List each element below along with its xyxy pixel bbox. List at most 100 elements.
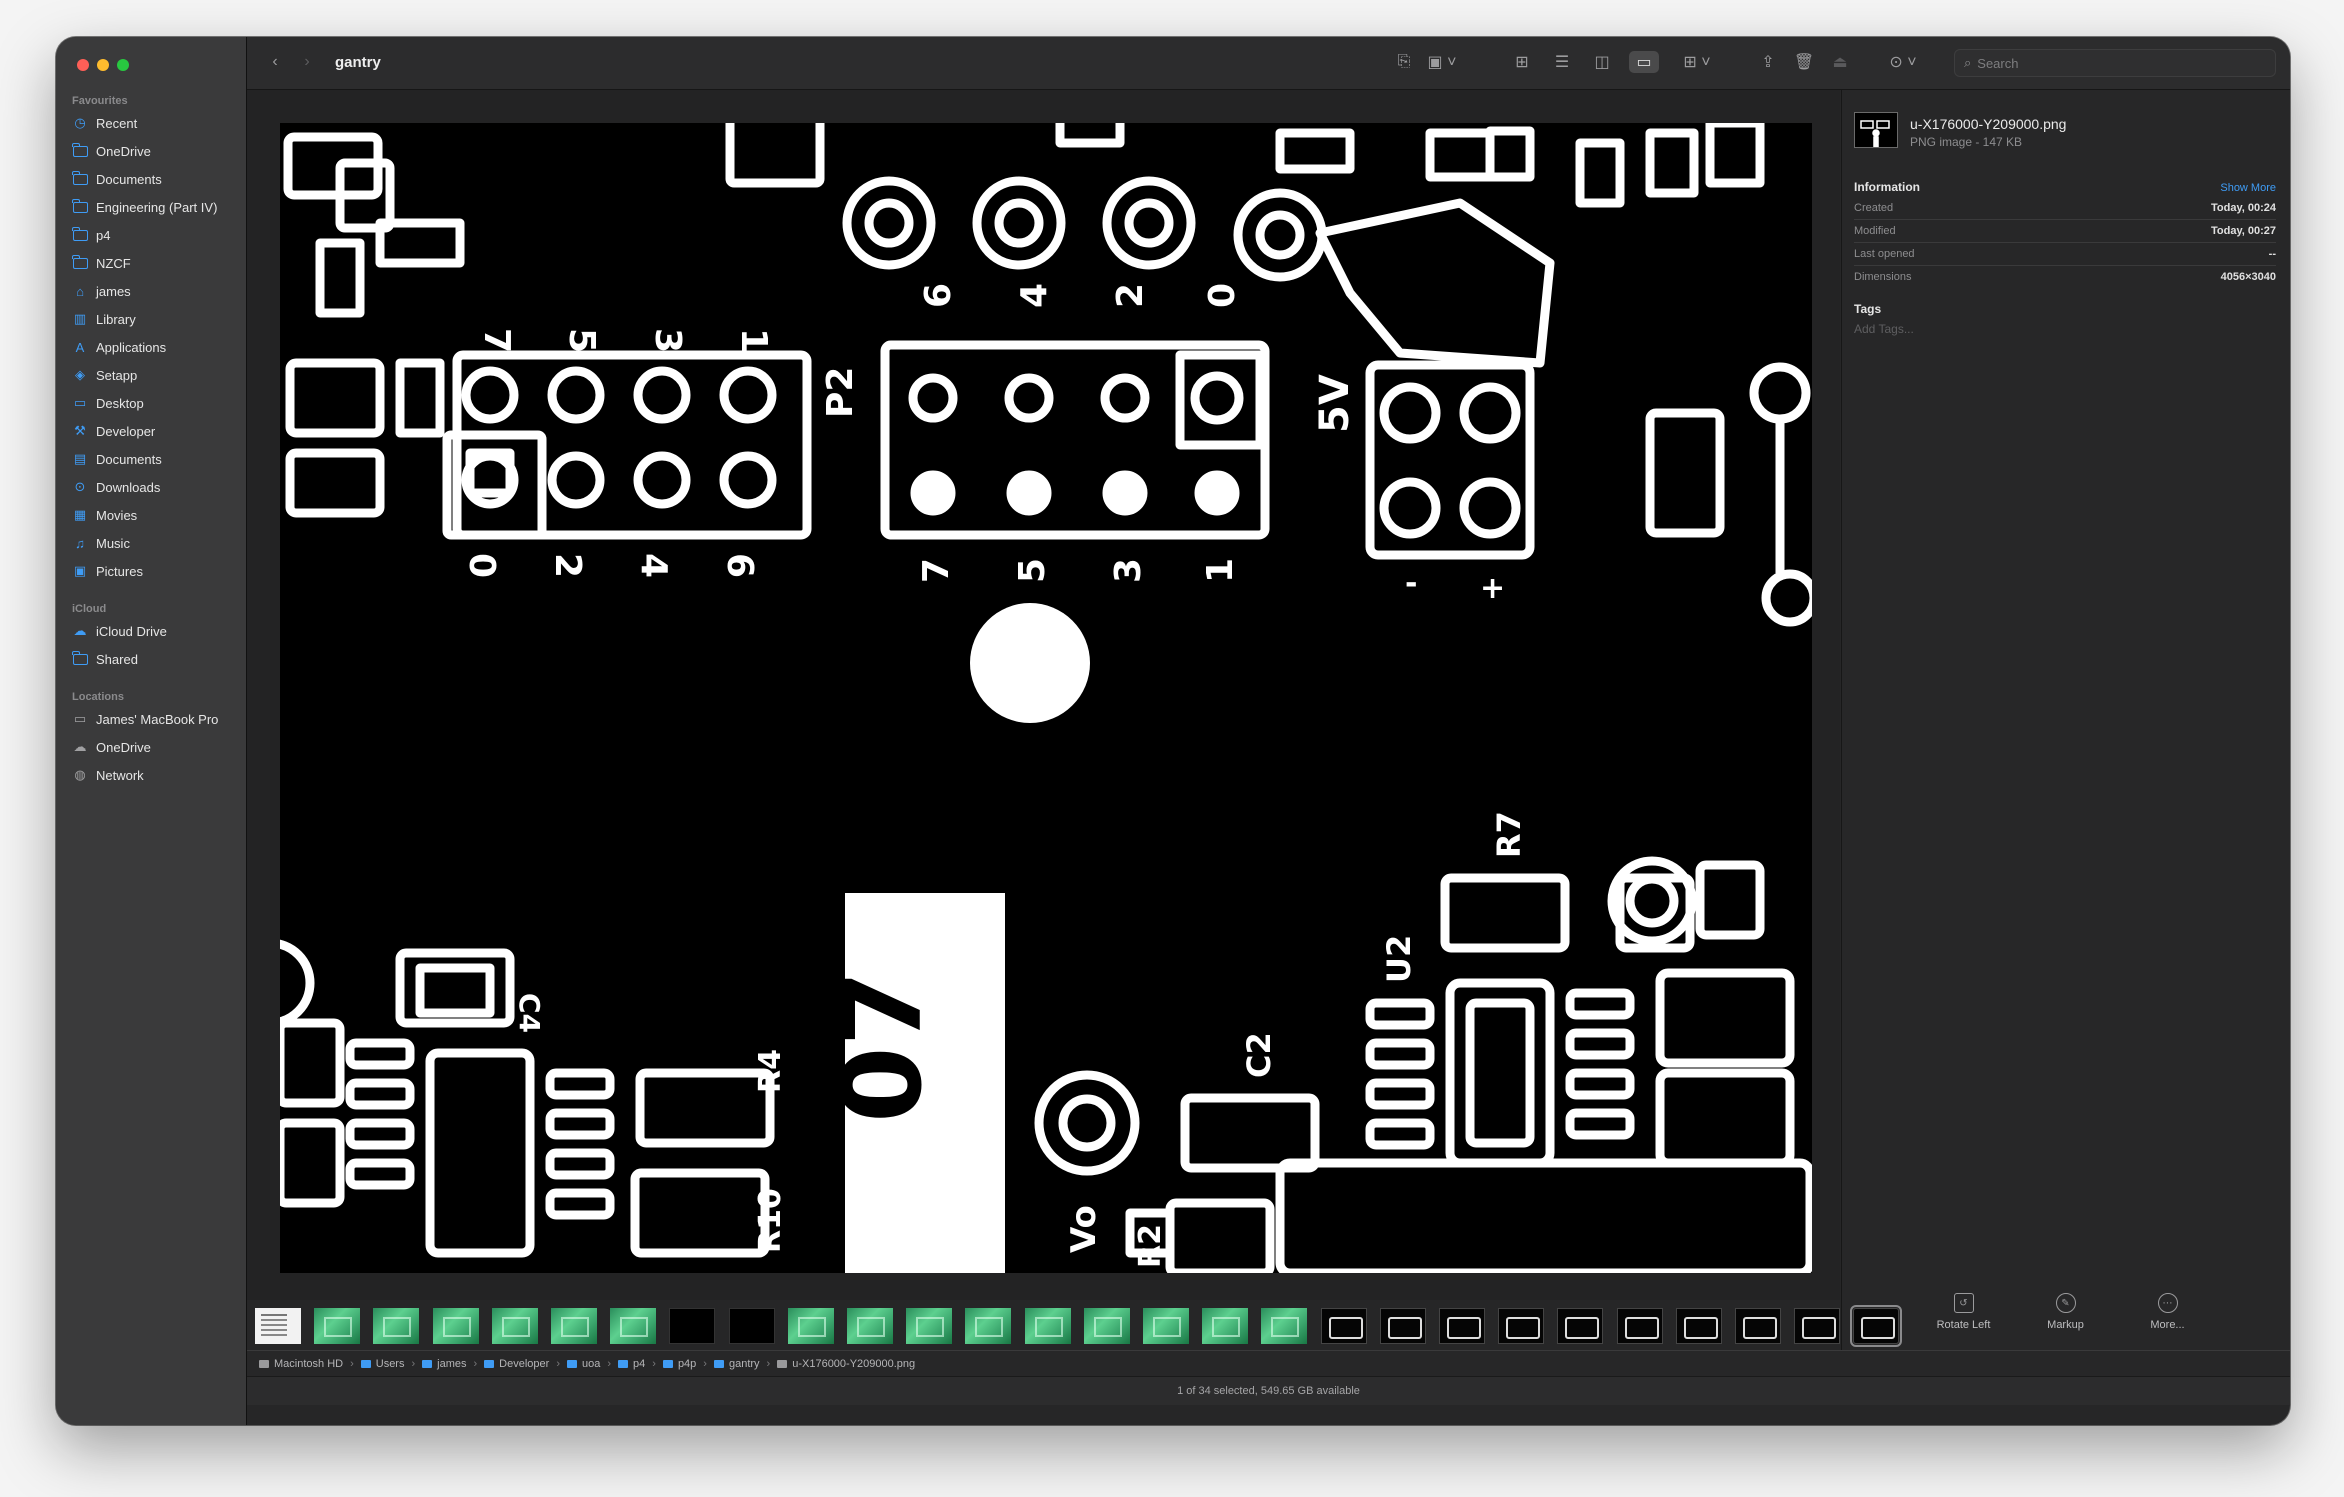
filmstrip-thumbnail[interactable] xyxy=(1675,1308,1722,1344)
chevron-right-icon: › xyxy=(556,1358,560,1370)
close-button[interactable] xyxy=(77,59,89,71)
chevron-right-icon: › xyxy=(304,53,310,70)
breadcrumb-item[interactable]: Users › xyxy=(360,1358,422,1370)
filmstrip-thumbnail[interactable] xyxy=(1616,1308,1663,1344)
filmstrip-thumbnail[interactable] xyxy=(1379,1308,1426,1344)
filmstrip-thumbnail[interactable] xyxy=(1024,1308,1071,1344)
filmstrip-thumbnail[interactable] xyxy=(1498,1308,1545,1344)
filmstrip-thumbnail[interactable] xyxy=(1735,1308,1781,1344)
sidebar-item-library[interactable]: ▥ Library xyxy=(72,306,242,332)
trash-button[interactable]: 🗑 xyxy=(1793,51,1815,73)
information-heading: Information xyxy=(1854,180,1920,194)
group-by-button[interactable]: ⊞ ˅ xyxy=(1679,51,1715,73)
filmstrip-thumbnail[interactable] xyxy=(1261,1308,1308,1344)
filmstrip-thumbnail[interactable] xyxy=(1794,1308,1841,1344)
sidebar-item-setapp[interactable]: ◈ Setapp xyxy=(72,362,242,388)
filmstrip-thumbnail[interactable] xyxy=(1557,1308,1604,1344)
eject-button[interactable]: ⏏ xyxy=(1829,51,1851,73)
filmstrip-thumbnail[interactable] xyxy=(847,1308,893,1344)
filmstrip-thumbnail[interactable] xyxy=(491,1308,538,1344)
breadcrumb-item[interactable]: gantry › xyxy=(713,1358,777,1370)
filmstrip-thumbnail[interactable] xyxy=(728,1308,775,1344)
filmstrip-thumbnail[interactable] xyxy=(255,1308,301,1344)
view-gallery-button[interactable]: ▭ xyxy=(1629,51,1659,73)
sidebar-item-engineering[interactable]: Engineering (Part IV) xyxy=(72,194,242,220)
show-more-link[interactable]: Show More xyxy=(2220,182,2276,194)
more-button[interactable]: ⋯ More... xyxy=(2138,1293,2198,1343)
filmstrip-thumbnail[interactable] xyxy=(314,1308,361,1344)
sidebar-item-applications[interactable]: A Applications xyxy=(72,334,242,360)
filmstrip-thumbnail[interactable] xyxy=(965,1308,1012,1344)
rotate-left-button[interactable]: ↺ Rotate Left xyxy=(1934,1293,1994,1343)
breadcrumb-item[interactable]: Developer › xyxy=(484,1358,567,1370)
sidebar-item-icloud-drive[interactable]: ☁ iCloud Drive xyxy=(72,618,242,644)
search-field[interactable]: ⌕ Search xyxy=(1954,49,2276,77)
sidebar-item-shared[interactable]: Shared xyxy=(72,646,242,672)
sidebar-item-james[interactable]: ⌂ james xyxy=(72,278,242,304)
action-menu-button[interactable]: ⊙ ˅ xyxy=(1885,51,1921,73)
share-button[interactable]: ⇪ xyxy=(1757,51,1779,73)
sidebar-item-developer[interactable]: ⚒ Developer xyxy=(72,418,242,444)
sidebar-item-recent[interactable]: ◷ Recent xyxy=(72,110,242,136)
sidebar-item-label: Applications xyxy=(96,339,167,355)
chevron-right-icon: › xyxy=(703,1358,707,1370)
breadcrumb-item[interactable]: Macintosh HD › xyxy=(259,1358,361,1370)
group-button[interactable]: ▣ ˅ xyxy=(1425,51,1459,73)
back-button[interactable]: ‹ xyxy=(265,51,285,73)
sidebar-item-macbook[interactable]: ▭ James' MacBook Pro xyxy=(72,706,242,732)
filmstrip-thumbnail[interactable] xyxy=(669,1308,716,1344)
film-icon: ▦ xyxy=(73,507,87,522)
minimize-button[interactable] xyxy=(97,59,109,71)
breadcrumb-item[interactable]: p4p › xyxy=(662,1358,714,1370)
sidebar-item-onedrive-location[interactable]: ☁ OneDrive xyxy=(72,734,242,760)
sidebar-item-label: p4 xyxy=(96,227,111,243)
action-label: Markup xyxy=(2047,1319,2084,1331)
clock-icon: ◷ xyxy=(74,115,86,130)
folder-icon xyxy=(72,254,88,270)
filmstrip-thumbnail[interactable] xyxy=(1850,1305,1903,1347)
sidebar-item-music[interactable]: ♫ Music xyxy=(72,530,242,556)
sidebar-item-network[interactable]: ◍ Network xyxy=(72,762,242,788)
forward-button[interactable]: › xyxy=(297,51,317,73)
status-text: 1 of 34 selected, 549.65 GB available xyxy=(1177,1385,1360,1397)
filmstrip-thumbnail[interactable] xyxy=(610,1308,657,1344)
sidebar-item-nzcf[interactable]: NZCF xyxy=(72,250,242,276)
filmstrip-thumbnail[interactable] xyxy=(906,1308,953,1344)
sidebar-item-pictures[interactable]: ▣ Pictures xyxy=(72,558,242,584)
view-icons-button[interactable]: ⊞ xyxy=(1511,51,1533,73)
markup-icon: ✎ xyxy=(2055,1293,2076,1313)
breadcrumb-label: gantry xyxy=(728,1358,760,1370)
sidebar-item-documents-2[interactable]: ▤ Documents xyxy=(72,446,242,472)
breadcrumb-item[interactable]: james › xyxy=(422,1358,484,1370)
pin-label: 7 xyxy=(916,558,957,583)
plus-label: + xyxy=(1480,571,1505,606)
new-folder-button[interactable]: ⎘ xyxy=(1393,51,1415,73)
markup-button[interactable]: ✎ Markup xyxy=(2036,1293,2096,1343)
filmstrip-thumbnail[interactable] xyxy=(373,1308,420,1344)
filmstrip-thumbnail[interactable] xyxy=(1083,1308,1130,1344)
breadcrumb-item[interactable]: u-X176000-Y209000.png xyxy=(777,1358,915,1370)
sidebar-item-documents[interactable]: Documents xyxy=(72,166,242,192)
filmstrip-thumbnail[interactable] xyxy=(787,1308,834,1344)
filmstrip-thumbnail[interactable] xyxy=(1320,1308,1367,1344)
chevron-right-icon: › xyxy=(411,1358,416,1370)
filmstrip-thumbnail[interactable] xyxy=(432,1308,479,1344)
setapp-icon: ◈ xyxy=(75,367,85,382)
sidebar-item-downloads[interactable]: ⊙ Downloads xyxy=(72,474,242,500)
sidebar-item-desktop[interactable]: ▭ Desktop xyxy=(72,390,242,416)
filmstrip-thumbnail[interactable] xyxy=(1202,1308,1249,1344)
filmstrip-thumbnail[interactable] xyxy=(1439,1308,1485,1344)
view-list-button[interactable]: ☰ xyxy=(1551,51,1573,73)
breadcrumb-item[interactable]: p4 › xyxy=(618,1358,663,1370)
folder-icon xyxy=(484,1360,495,1368)
breadcrumb-item[interactable]: uoa › xyxy=(566,1358,618,1370)
sidebar-item-movies[interactable]: ▦ Movies xyxy=(72,502,242,528)
zoom-button[interactable] xyxy=(117,59,129,71)
sidebar-item-onedrive[interactable]: OneDrive xyxy=(72,138,242,164)
sidebar-item-p4[interactable]: p4 xyxy=(72,222,242,248)
add-tags-field[interactable]: Add Tags... xyxy=(1854,322,1914,336)
info-key: Created xyxy=(1854,202,1894,214)
view-columns-button[interactable]: ◫ xyxy=(1591,51,1613,73)
filmstrip-thumbnail[interactable] xyxy=(1143,1308,1189,1344)
filmstrip-thumbnail[interactable] xyxy=(551,1308,597,1344)
